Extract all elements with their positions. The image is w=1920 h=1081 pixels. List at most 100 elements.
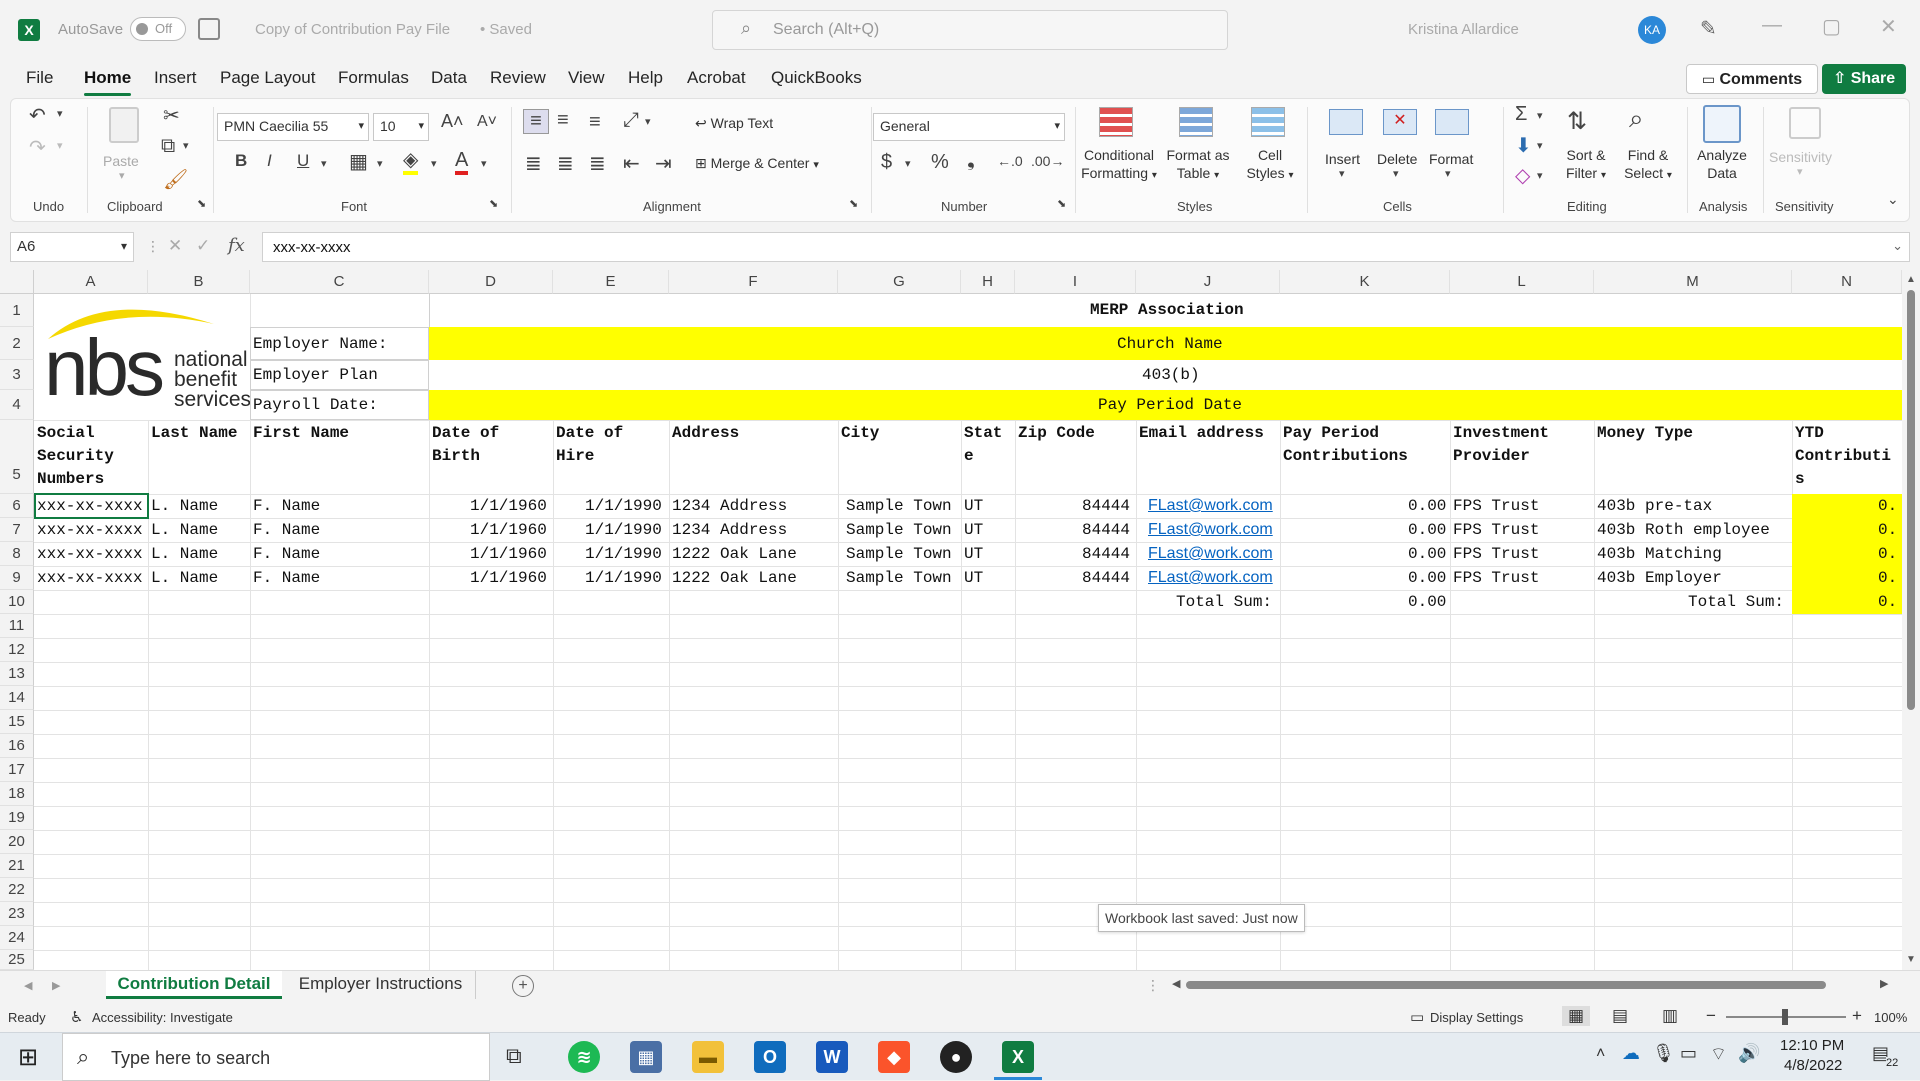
format-as-table-icon[interactable] — [1179, 107, 1213, 137]
cell-email[interactable]: FLast@work.com — [1148, 542, 1273, 566]
cell-email[interactable]: FLast@work.com — [1148, 494, 1273, 518]
cell-styles-icon[interactable] — [1251, 107, 1285, 137]
close-icon[interactable]: ✕ — [1880, 14, 1897, 39]
cell-city[interactable]: Sample Town — [846, 566, 952, 590]
cell-ytd[interactable]: 0. — [1878, 566, 1897, 590]
row-header-13[interactable]: 13 — [0, 662, 34, 686]
row-header-14[interactable]: 14 — [0, 686, 34, 710]
accessibility-status[interactable]: Accessibility: Investigate — [92, 1010, 233, 1025]
clock-date[interactable]: 4/8/2022 — [1784, 1057, 1842, 1074]
row-header-25[interactable]: 25 — [0, 950, 34, 970]
undo-icon[interactable]: ↶ — [29, 103, 46, 128]
header-ssn[interactable]: Social Security Numbers — [37, 422, 147, 491]
row-header-21[interactable]: 21 — [0, 854, 34, 878]
wrap-text-button[interactable]: ↩ Wrap Text — [695, 115, 773, 133]
cell-address[interactable]: 1222 Oak Lane — [672, 566, 797, 590]
decrease-indent-icon[interactable]: ⇤ — [623, 151, 640, 176]
scroll-left-icon[interactable]: ◀ — [1172, 977, 1180, 990]
avatar[interactable]: KA — [1638, 16, 1666, 44]
cell-styles-button[interactable]: Cell Styles ▾ — [1245, 147, 1295, 182]
cell-last-name[interactable]: L. Name — [151, 494, 218, 518]
association-title[interactable]: MERP Association — [1090, 298, 1244, 322]
number-format-dropdown[interactable]: General ▾ — [873, 113, 1065, 141]
cell-email[interactable]: FLast@work.com — [1148, 566, 1273, 590]
cell-provider[interactable]: FPS Trust — [1453, 542, 1539, 566]
horizontal-scroll-thumb[interactable] — [1186, 981, 1826, 989]
chevron-down-icon[interactable]: ▾ — [1445, 167, 1451, 180]
total-sum-label[interactable]: Total Sum: — [1176, 590, 1272, 614]
row-header-2[interactable]: 2 — [0, 327, 34, 360]
redo-icon[interactable]: ↷ — [29, 135, 46, 160]
align-left-icon[interactable]: ≣ — [525, 151, 542, 176]
sort-filter-icon[interactable]: ⇅ — [1567, 107, 1587, 136]
add-sheet-button[interactable]: + — [512, 975, 534, 997]
cell-zip[interactable]: 84444 — [1082, 566, 1130, 590]
calculator-icon[interactable]: ▦ — [630, 1041, 662, 1073]
chevron-down-icon[interactable]: ▾ — [1797, 165, 1803, 178]
row-header-9[interactable]: 9 — [0, 566, 34, 590]
number-launcher-icon[interactable]: ⬊ — [1057, 197, 1066, 210]
cell-zip[interactable]: 84444 — [1082, 518, 1130, 542]
cell-ssn[interactable]: xxx-xx-xxxx — [37, 566, 143, 590]
paste-icon[interactable] — [109, 107, 139, 143]
chevron-down-icon[interactable]: ▾ — [1339, 167, 1345, 180]
onedrive-icon[interactable]: ☁ — [1622, 1043, 1640, 1064]
autosave-toggle[interactable]: Off — [130, 17, 186, 41]
cell-state[interactable]: UT — [964, 518, 983, 542]
tab-page-layout[interactable]: Page Layout — [220, 68, 315, 88]
battery-icon[interactable]: ▭ — [1680, 1043, 1697, 1064]
row-header-19[interactable]: 19 — [0, 806, 34, 830]
row-header-22[interactable]: 22 — [0, 878, 34, 902]
save-icon[interactable] — [198, 18, 220, 40]
cell-doh[interactable]: 1/1/1990 — [585, 518, 662, 542]
normal-view-icon[interactable]: ▦ — [1562, 1006, 1591, 1026]
cell-ytd[interactable]: 0. — [1878, 494, 1897, 518]
tab-data[interactable]: Data — [431, 68, 467, 88]
tab-view[interactable]: View — [568, 68, 605, 88]
taskbar-search-box[interactable]: ⌕ Type here to search — [62, 1033, 490, 1081]
outlook-icon[interactable]: O — [754, 1041, 786, 1073]
header-doh[interactable]: Date of Hire — [556, 422, 666, 468]
italic-icon[interactable]: I — [267, 151, 272, 171]
row-header-10[interactable]: 10 — [0, 590, 34, 614]
header-first-name[interactable]: First Name — [253, 422, 423, 445]
column-header-b[interactable]: B — [148, 270, 250, 294]
cell-doh[interactable]: 1/1/1990 — [585, 566, 662, 590]
cell-address[interactable]: 1234 Address — [672, 494, 787, 518]
column-header-i[interactable]: I — [1015, 270, 1136, 294]
cell-ssn[interactable]: xxx-xx-xxxx — [37, 542, 143, 566]
decrease-decimal-icon[interactable]: .00→ — [1031, 153, 1064, 169]
column-header-f[interactable]: F — [669, 270, 838, 294]
font-color-dropdown-icon[interactable]: ▾ — [481, 157, 487, 170]
find-select-button[interactable]: Find & Select ▾ — [1619, 147, 1677, 182]
analyze-data-button[interactable]: Analyze Data — [1693, 147, 1751, 182]
accessibility-icon[interactable]: ♿ — [70, 1008, 83, 1026]
redo-dropdown-icon[interactable]: ▾ — [57, 139, 63, 152]
header-address[interactable]: Address — [672, 422, 832, 445]
next-sheet-icon[interactable]: ▶ — [52, 979, 60, 992]
row-header-16[interactable]: 16 — [0, 734, 34, 758]
percent-icon[interactable]: % — [931, 151, 949, 174]
orientation-icon[interactable]: ⤢ — [623, 109, 639, 132]
user-name[interactable]: Kristina Allardice — [1408, 21, 1519, 38]
cell-ytd[interactable]: 0. — [1878, 542, 1897, 566]
cell-ssn[interactable]: xxx-xx-xxxx — [37, 518, 143, 542]
pen-icon[interactable]: ✎ — [1700, 16, 1717, 41]
paste-dropdown-icon[interactable]: ▾ — [119, 169, 125, 182]
align-top-icon[interactable]: ≡ — [523, 109, 549, 134]
cell-first-name[interactable]: F. Name — [253, 566, 320, 590]
share-button[interactable]: ⇧ Share — [1822, 64, 1906, 94]
cell-provider[interactable]: FPS Trust — [1453, 494, 1539, 518]
horizontal-scrollbar[interactable]: ◀ ▶ — [1170, 977, 1894, 993]
cell-address[interactable]: 1222 Oak Lane — [672, 542, 797, 566]
tab-insert[interactable]: Insert — [154, 68, 197, 88]
currency-icon[interactable]: $ — [881, 151, 892, 174]
tab-formulas[interactable]: Formulas — [338, 68, 409, 88]
collapse-ribbon-icon[interactable]: ⌄ — [1887, 191, 1899, 208]
page-break-view-icon[interactable]: ▥ — [1662, 1006, 1678, 1026]
row-header-23[interactable]: 23 — [0, 902, 34, 926]
cell-last-name[interactable]: L. Name — [151, 566, 218, 590]
row-header-4[interactable]: 4 — [0, 390, 34, 420]
clear-icon[interactable]: ◇ — [1515, 163, 1530, 188]
currency-dropdown-icon[interactable]: ▾ — [905, 157, 911, 170]
